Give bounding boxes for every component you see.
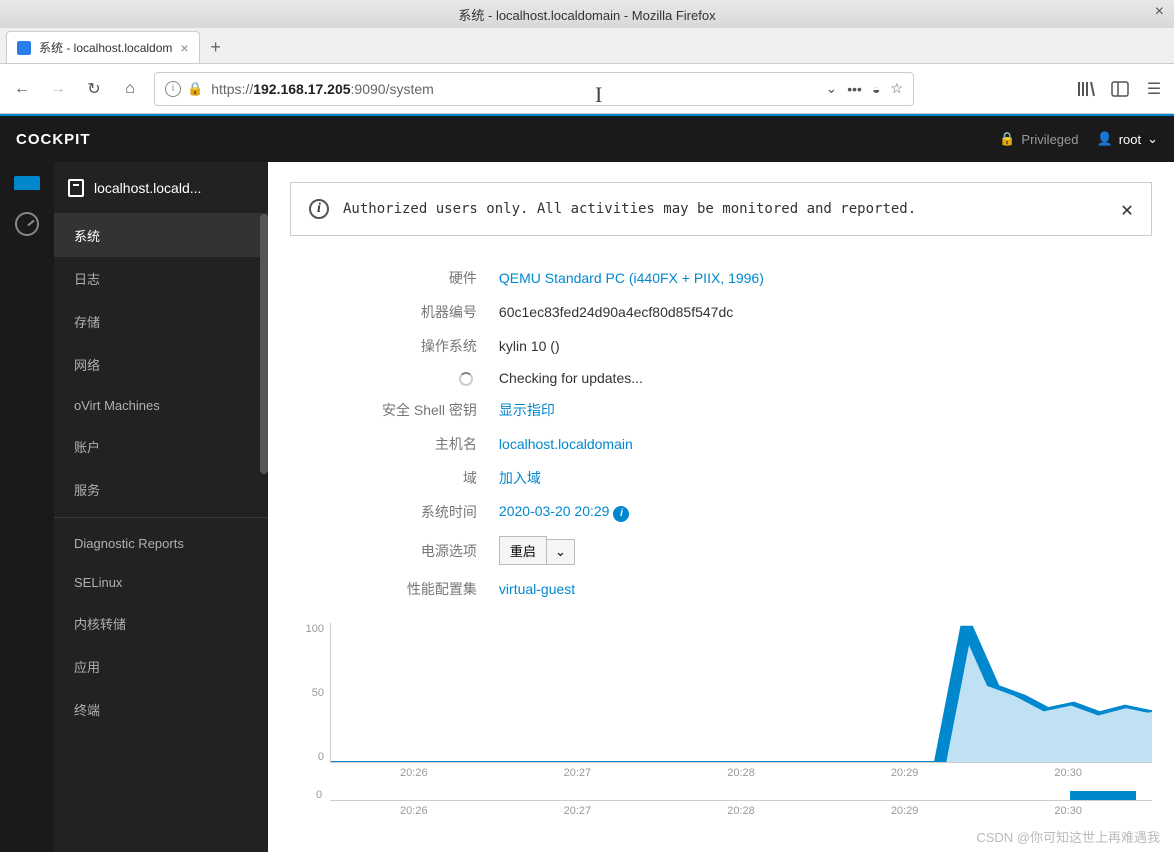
browser-tab[interactable]: 系统 - localhost.localdom × — [6, 31, 200, 63]
domain-label: 域 — [372, 462, 487, 494]
spinner-icon — [459, 372, 473, 386]
sidebar-host[interactable]: localhost.locald... — [54, 162, 268, 214]
profile-link[interactable]: virtual-guest — [499, 581, 575, 597]
hardware-label: 硬件 — [372, 262, 487, 294]
window-titlebar: 系统 - localhost.localdomain - Mozilla Fir… — [0, 0, 1174, 28]
window-title: 系统 - localhost.localdomain - Mozilla Fir… — [458, 5, 715, 24]
machineid-value: 60c1ec83fed24d90a4ecf80d85f547dc — [489, 296, 774, 328]
nav-home-button[interactable]: ⌂ — [118, 77, 142, 101]
page-actions-icon[interactable]: ••• — [847, 81, 862, 97]
overview-zero-label: 0 — [316, 789, 322, 801]
sidebar-item[interactable]: 存储 — [54, 300, 268, 343]
power-dropdown-button[interactable]: ⌄ — [547, 539, 575, 565]
system-info-table: 硬件 QEMU Standard PC (i440FX + PIIX, 1996… — [370, 260, 776, 607]
dashboard-icon[interactable] — [15, 212, 39, 236]
chart-overview-x-labels: 20:2620:2720:2820:2920:30 — [330, 801, 1152, 821]
pocket-icon[interactable]: ◒ — [872, 81, 880, 97]
sidebar-host-label: localhost.locald... — [94, 180, 201, 196]
sshkey-label: 安全 Shell 密钥 — [372, 394, 487, 426]
tab-title: 系统 - localhost.localdom — [39, 39, 172, 56]
chart-plot-area[interactable] — [330, 623, 1152, 763]
restart-button[interactable]: 重启 — [499, 536, 547, 565]
sidebar-item[interactable]: SELinux — [54, 563, 268, 602]
os-label: 操作系统 — [372, 330, 487, 362]
sidebar-item[interactable]: 服务 — [54, 468, 268, 511]
hostname-label: 主机名 — [372, 428, 487, 460]
new-tab-button[interactable]: + — [200, 31, 232, 63]
sidebar-item[interactable]: Diagnostic Reports — [54, 524, 268, 563]
hostname-link[interactable]: localhost.localdomain — [499, 436, 633, 452]
sidebar-scrollbar[interactable] — [260, 214, 268, 474]
app-header: COCKPIT 🔒 Privileged 👤 root ⌄ — [0, 114, 1174, 162]
chevron-down-icon: ⌄ — [1147, 131, 1158, 147]
sidebar-item[interactable]: 系统 — [54, 214, 268, 257]
time-link[interactable]: 2020-03-20 20:29 — [499, 503, 610, 519]
url-bar[interactable]: i 🔒 https://192.168.17.205:9090/system ⌄… — [154, 72, 914, 106]
time-label: 系统时间 — [372, 496, 487, 528]
sidebar-item[interactable]: oVirt Machines — [54, 386, 268, 425]
main-panel: i Authorized users only. All activities … — [268, 162, 1174, 852]
library-icon[interactable] — [1076, 79, 1096, 99]
chart-x-labels: 20:2620:2720:2820:2920:30 — [330, 763, 1152, 783]
machineid-label: 机器编号 — [372, 296, 487, 328]
sidebar-item[interactable]: 应用 — [54, 645, 268, 688]
lock-warning-icon: 🔒 — [187, 81, 203, 97]
sshkey-link[interactable]: 显示指印 — [499, 402, 555, 418]
nav-forward-button[interactable]: → — [46, 77, 70, 101]
lock-icon: 🔒 — [999, 131, 1015, 147]
url-text: https://192.168.17.205:9090/system — [211, 81, 817, 97]
site-info-icon[interactable]: i — [165, 81, 181, 97]
nav-sidebar: localhost.locald... 系统日志存储网络oVirt Machin… — [54, 162, 268, 852]
sidebar-item[interactable]: 日志 — [54, 257, 268, 300]
sidebar-item[interactable]: 网络 — [54, 343, 268, 386]
nav-reload-button[interactable]: ↻ — [82, 77, 106, 101]
sidebar-item[interactable]: 终端 — [54, 688, 268, 731]
text-cursor-icon: I — [595, 82, 602, 108]
app-logo: COCKPIT — [16, 131, 91, 148]
power-label: 电源选项 — [372, 530, 487, 571]
chart-overview-track[interactable]: 0 — [330, 791, 1152, 801]
sidebar-item[interactable]: 内核转储 — [54, 602, 268, 645]
updates-status: Checking for updates... — [489, 364, 774, 392]
overview-fill — [1070, 791, 1136, 800]
bookmark-star-icon[interactable]: ☆ — [890, 80, 903, 97]
window-close-button[interactable]: × — [1155, 3, 1164, 21]
time-info-icon[interactable]: i — [613, 506, 629, 522]
login-banner: i Authorized users only. All activities … — [290, 182, 1152, 236]
tab-favicon — [17, 41, 31, 55]
host-iconbar — [0, 162, 54, 852]
privileged-indicator[interactable]: 🔒 Privileged — [999, 131, 1078, 147]
browser-tabbar: 系统 - localhost.localdom × + — [0, 28, 1174, 64]
domain-link[interactable]: 加入域 — [499, 470, 541, 486]
sidebar-item[interactable]: 账户 — [54, 425, 268, 468]
sidebar-separator — [54, 517, 268, 518]
banner-text: Authorized users only. All activities ma… — [343, 201, 916, 217]
watermark: CSDN @你可知这世上再难遇我 — [976, 827, 1160, 846]
cpu-chart: 100500 20:2620:2720:2820:2920:30 0 20:26… — [290, 623, 1152, 821]
chart-y-labels: 100500 — [290, 623, 330, 763]
url-dropdown-icon[interactable]: ⌄ — [826, 80, 838, 97]
banner-close-button[interactable]: ✕ — [1121, 197, 1133, 221]
sidebar-toggle-icon[interactable] — [1110, 79, 1130, 99]
os-value: kylin 10 () — [489, 330, 774, 362]
profile-label: 性能配置集 — [372, 573, 487, 605]
user-menu[interactable]: 👤 root ⌄ — [1097, 131, 1159, 147]
server-icon[interactable] — [14, 176, 40, 184]
hardware-link[interactable]: QEMU Standard PC (i440FX + PIIX, 1996) — [499, 270, 764, 286]
tab-close-button[interactable]: × — [180, 40, 188, 56]
info-icon: i — [309, 199, 329, 219]
hamburger-menu-icon[interactable]: ☰ — [1144, 79, 1164, 99]
user-icon: 👤 — [1097, 131, 1113, 147]
host-icon — [68, 179, 84, 197]
nav-back-button[interactable]: ← — [10, 77, 34, 101]
browser-navbar: ← → ↻ ⌂ i 🔒 https://192.168.17.205:9090/… — [0, 64, 1174, 114]
